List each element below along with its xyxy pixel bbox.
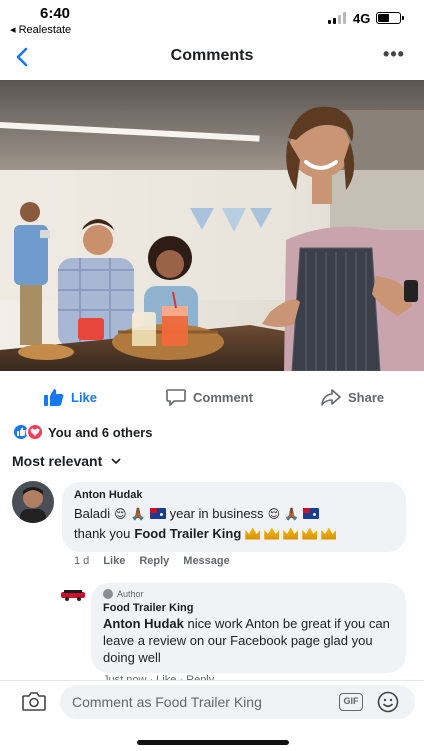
reply-bubble: Author Food Trailer King Anton Hudak nic… <box>91 583 406 673</box>
author-badge: Author <box>103 589 394 599</box>
folded-hands-emoji-icon: 🙏🏾 <box>284 506 300 521</box>
folded-hands-emoji-icon: 🙏🏾 <box>130 506 146 521</box>
like-button[interactable]: Like <box>44 386 97 408</box>
share-icon <box>321 389 341 406</box>
comment-label: Comment <box>193 389 253 405</box>
comment-mention[interactable]: Food Trailer King <box>134 526 241 541</box>
crown-icon <box>302 527 318 540</box>
relieved-face-emoji-icon: 😌 <box>114 506 127 521</box>
crown-icon <box>264 527 280 540</box>
comment-text-year: year in business <box>169 506 264 521</box>
share-label: Share <box>348 389 385 405</box>
sort-label: Most relevant <box>12 453 103 469</box>
comment-reply-button[interactable]: Reply <box>139 555 169 567</box>
love-reaction-icon <box>26 423 44 441</box>
comment-author[interactable]: Anton Hudak <box>74 489 394 501</box>
comment-sort-dropdown[interactable]: Most relevant <box>12 453 121 469</box>
comment-composer: GIF <box>0 680 424 722</box>
crown-icon <box>245 527 261 540</box>
comment-like-button[interactable]: Like <box>103 555 125 567</box>
author-badge-icon <box>103 589 113 599</box>
chevron-down-icon <box>111 458 121 465</box>
crown-icon <box>283 527 299 540</box>
battery-icon <box>376 12 404 24</box>
post-actions: Like Comment Share <box>0 380 424 414</box>
status-bar: 6:40 ◂ Realestate 4G <box>0 0 424 38</box>
camera-icon <box>22 692 46 711</box>
back-to-app-link[interactable]: ◂ Realestate <box>10 23 71 36</box>
comment-text-baladi: Baladi <box>74 506 111 521</box>
reactions-count-text: You and 6 others <box>48 424 153 440</box>
comment-button[interactable]: Comment <box>166 386 253 408</box>
share-button[interactable]: Share <box>321 386 384 408</box>
signal-icon <box>328 12 350 24</box>
comment-text-thanks: thank you <box>74 526 131 541</box>
relieved-face-emoji-icon: 😌 <box>267 506 281 521</box>
australia-flag-icon <box>149 508 166 519</box>
comment-time: 1 d <box>74 555 90 567</box>
comment-meta: 1 d Like Reply Message <box>74 555 244 567</box>
food-trailer-photo <box>0 80 424 371</box>
smiley-icon <box>377 691 399 713</box>
comment-bubble: Anton Hudak Baladi 😌 🙏🏾 year in business… <box>62 482 406 552</box>
page-avatar[interactable] <box>60 586 86 604</box>
home-indicator[interactable] <box>137 740 289 745</box>
comment-text-line-2: thank you Food Trailer King <box>74 526 394 541</box>
more-options-button[interactable]: ••• <box>380 44 408 70</box>
reply-mention[interactable]: Anton Hudak <box>103 616 184 631</box>
author-badge-label: Author <box>117 589 144 599</box>
crown-icon <box>321 527 337 540</box>
comment-message-button[interactable]: Message <box>183 555 229 567</box>
comment-icon <box>166 389 186 406</box>
status-time: 6:40 <box>40 5 71 22</box>
page-title: Comments <box>170 47 254 64</box>
like-label: Like <box>71 389 98 405</box>
avatar[interactable] <box>12 481 54 523</box>
header-bar: Comments ••• <box>0 38 424 78</box>
reply-author[interactable]: Food Trailer King <box>103 602 394 614</box>
reactions-summary[interactable]: You and 6 others <box>12 422 153 442</box>
post-photo[interactable] <box>0 80 424 371</box>
comment-text-line-1: Baladi 😌 🙏🏾 year in business 😌 🙏🏾 <box>74 506 394 521</box>
gif-button[interactable]: GIF <box>339 693 363 711</box>
reply-text: Anton Hudak nice work Anton be great if … <box>103 615 394 666</box>
camera-button[interactable] <box>22 691 46 711</box>
thumbs-up-icon <box>44 389 64 406</box>
australia-flag-icon <box>303 508 320 519</box>
network-type: 4G <box>353 11 371 26</box>
emoji-button[interactable] <box>377 691 399 713</box>
